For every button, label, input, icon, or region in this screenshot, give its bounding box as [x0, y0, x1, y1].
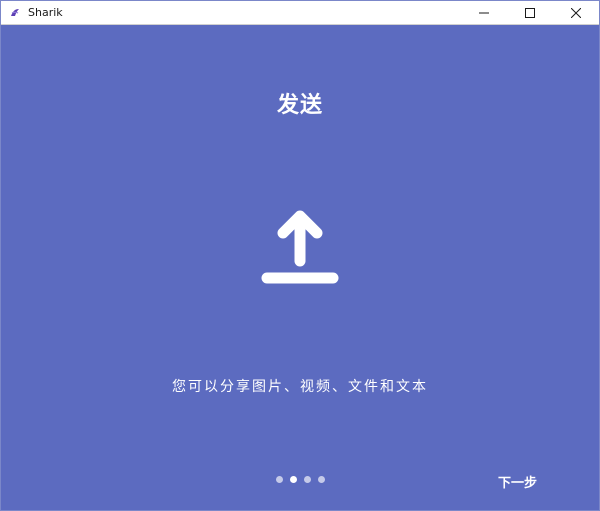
- onboarding-page: 发送 您可以分享图片、视频、文件和文本 下一步: [1, 25, 599, 510]
- close-button[interactable]: [553, 1, 599, 24]
- window-controls: [461, 1, 599, 24]
- page-description: 您可以分享图片、视频、文件和文本: [172, 379, 428, 395]
- title-bar[interactable]: Sharik: [1, 1, 599, 25]
- page-title: 发送: [276, 93, 323, 118]
- minimize-button[interactable]: [461, 1, 507, 24]
- page-dot-4[interactable]: [318, 476, 325, 483]
- sharik-logo-icon: [9, 7, 21, 19]
- next-button[interactable]: 下一步: [498, 472, 537, 491]
- page-indicator: [276, 476, 325, 483]
- page-dot-1[interactable]: [276, 476, 283, 483]
- maximize-icon: [525, 7, 535, 18]
- page-dot-3[interactable]: [304, 476, 311, 483]
- minimize-icon: [479, 12, 489, 13]
- app-window: Sharik 发送 您可以分享图片、视频、文件和文本 下一步: [0, 0, 600, 511]
- close-icon: [571, 7, 581, 18]
- window-title: Sharik: [28, 6, 63, 19]
- upload-icon: [261, 210, 339, 284]
- page-dot-2-active[interactable]: [290, 476, 297, 483]
- maximize-button[interactable]: [507, 1, 553, 24]
